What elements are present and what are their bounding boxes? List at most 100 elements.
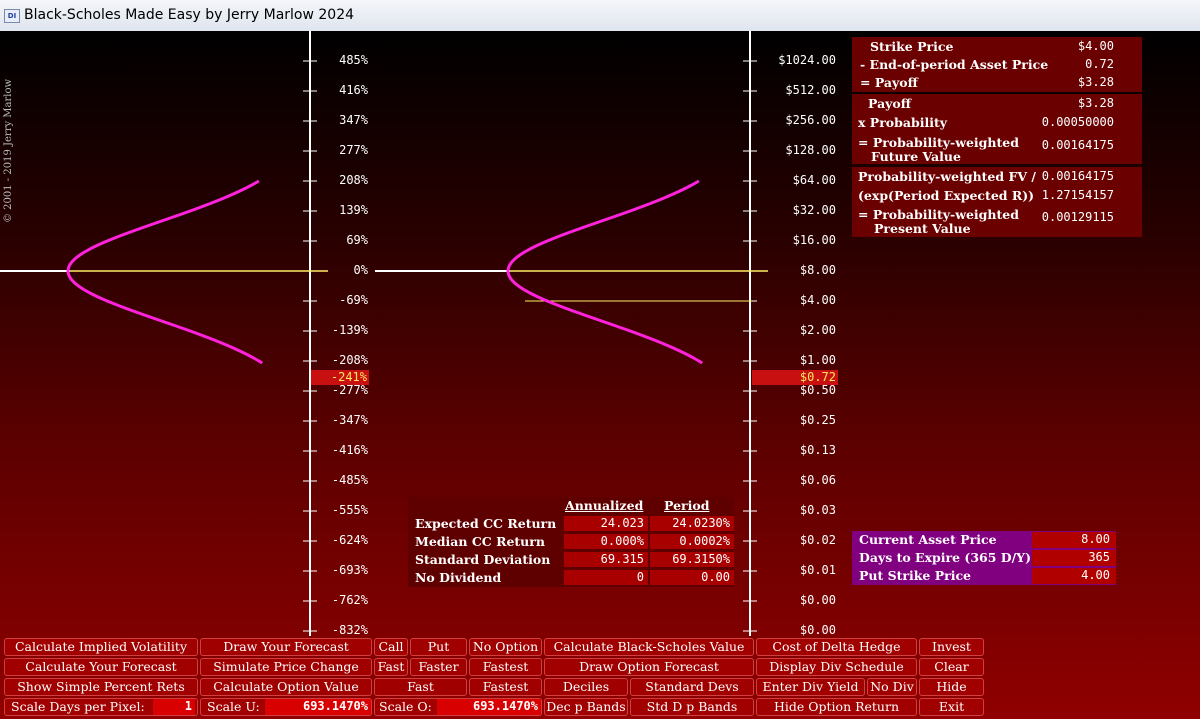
no-div-button[interactable]: No Div (867, 678, 917, 696)
scale-o-value[interactable]: 693.1470% (437, 699, 541, 715)
window-title: Black-Scholes Made Easy by Jerry Marlow … (24, 7, 355, 23)
hide-option-return-button[interactable]: Hide Option Return (756, 698, 917, 716)
invest-button[interactable]: Invest (919, 638, 984, 656)
simulate-price-change-button[interactable]: Simulate Price Change (200, 658, 372, 676)
header-period: Period (664, 498, 710, 513)
present-value-panel: Probability-weighted FV / 0.00164175 (ex… (852, 167, 1142, 237)
put-button[interactable]: Put (410, 638, 467, 656)
return-stats-table: Annualized Period Expected CC Return 24.… (408, 497, 734, 587)
axis-tick-label: $4.00 (799, 293, 836, 307)
axis-tick-label: $0.25 (799, 413, 836, 427)
option-inputs-panel: Current Asset Price 8.00 Days to Expire … (852, 531, 1116, 585)
left-distribution-curve (66, 179, 263, 365)
axis-tick-label: -277% (331, 383, 368, 397)
axis-tick-label: $32.00 (792, 203, 836, 217)
axis-tick-label: 277% (339, 143, 368, 157)
cost-of-delta-hedge-button[interactable]: Cost of Delta Hedge (756, 638, 917, 656)
dec-p-bands-button[interactable]: Dec p Bands (544, 698, 628, 716)
axis-tick-label: $0.02 (799, 533, 836, 547)
scale-o-label: Scale O: (379, 699, 432, 714)
display-div-schedule-button[interactable]: Display Div Schedule (756, 658, 917, 676)
std-d-p-bands-button[interactable]: Std D p Bands (630, 698, 754, 716)
row-label: Payoff (868, 96, 912, 111)
days-to-expire-label: Days to Expire (365 D/Y) (859, 550, 1032, 565)
axis-tick-label: -693% (331, 563, 368, 577)
row-value: 0.00164175 (1041, 138, 1114, 152)
row-value: 0.00164175 (1041, 169, 1114, 183)
exit-button[interactable]: Exit (919, 698, 984, 716)
scale-days-per-pixel-control[interactable]: Scale Days per Pixel: 1 (4, 698, 198, 716)
calculate-your-forecast-button[interactable]: Calculate Your Forecast (4, 658, 198, 676)
fast-button[interactable]: Fast (374, 658, 408, 676)
fastest-button-2[interactable]: Fastest (469, 678, 542, 696)
stat-period: 24.0230% (650, 516, 734, 531)
call-button[interactable]: Call (374, 638, 408, 656)
row-value: 1.27154157 (1041, 188, 1114, 202)
axis-tick-label: -555% (331, 503, 368, 517)
axis-tick-label: $1024.00 (778, 53, 836, 67)
stat-period: 0.00 (650, 570, 734, 585)
copyright-notice: © 2001 - 2019 Jerry Marlow (3, 78, 14, 223)
deciles-button[interactable]: Deciles (544, 678, 628, 696)
row-value: 0.00129115 (1041, 210, 1114, 224)
standard-devs-button[interactable]: Standard Devs (630, 678, 754, 696)
draw-option-forecast-button[interactable]: Draw Option Forecast (544, 658, 754, 676)
faster-button[interactable]: Faster (410, 658, 467, 676)
axis-tick-label: -139% (331, 323, 368, 337)
axis-tick-label: -208% (331, 353, 368, 367)
stat-period: 0.0002% (650, 534, 734, 549)
fastest-button[interactable]: Fastest (469, 658, 542, 676)
stat-annualized: 24.023 (564, 516, 648, 531)
enter-div-yield-button[interactable]: Enter Div Yield (756, 678, 865, 696)
calculate-option-value-button[interactable]: Calculate Option Value (200, 678, 372, 696)
current-asset-price-field[interactable]: 8.00 (1032, 532, 1116, 548)
hide-button[interactable]: Hide (919, 678, 984, 696)
calculate-implied-volatility-button[interactable]: Calculate Implied Volatility (4, 638, 198, 656)
row-label: = Probability-weighted (858, 207, 1019, 222)
current-asset-price-label: Current Asset Price (859, 532, 997, 547)
row-value: $3.28 (1077, 96, 1114, 110)
axis-tick-label: 208% (339, 173, 368, 187)
put-strike-price-label: Put Strike Price (859, 568, 972, 583)
calculate-black-scholes-value-button[interactable]: Calculate Black-Scholes Value (544, 638, 754, 656)
draw-your-forecast-button[interactable]: Draw Your Forecast (200, 638, 372, 656)
left-axis-highlight: -241% (311, 370, 369, 385)
axis-tick-label: $0.13 (799, 443, 836, 457)
scale-u-value[interactable]: 693.1470% (265, 699, 371, 715)
scale-days-value[interactable]: 1 (153, 699, 195, 715)
stat-label: No Dividend (415, 570, 502, 585)
scale-u-label: Scale U: (207, 699, 260, 714)
axis-tick-label: 139% (339, 203, 368, 217)
axis-tick-label: $0.06 (799, 473, 836, 487)
axis-tick-label: $0.03 (799, 503, 836, 517)
axis-tick-label: 69% (346, 233, 368, 247)
show-simple-percent-rets-button[interactable]: Show Simple Percent Rets (4, 678, 198, 696)
stat-period: 69.3150% (650, 552, 734, 567)
no-option-button[interactable]: No Option (469, 638, 542, 656)
axis-tick-label: -762% (331, 593, 368, 607)
fast-button-2[interactable]: Fast (374, 678, 467, 696)
axis-tick-label: $8.00 (799, 263, 836, 277)
scale-o-control[interactable]: Scale O: 693.1470% (374, 698, 542, 716)
row-value: $3.28 (1077, 75, 1114, 89)
axis-tick-label: $0.00 (799, 623, 836, 637)
row-value: $4.00 (1077, 39, 1114, 53)
stat-annualized: 0.000% (564, 534, 648, 549)
days-to-expire-field[interactable]: 365 (1032, 550, 1116, 566)
payoff-panel: Strike Price $4.00 - End-of-period Asset… (852, 37, 1142, 92)
scale-days-label: Scale Days per Pixel: (11, 699, 145, 714)
row-label-2: Present Value (874, 221, 971, 236)
title-bar: DI Black-Scholes Made Easy by Jerry Marl… (0, 0, 1200, 32)
clear-button[interactable]: Clear (919, 658, 984, 676)
axis-tick-label: $0.00 (799, 593, 836, 607)
put-strike-price-field[interactable]: 4.00 (1032, 568, 1116, 584)
row-label: Strike Price (870, 39, 954, 54)
stat-label: Standard Deviation (415, 552, 551, 567)
row-label: = Probability-weighted (858, 135, 1019, 150)
stat-annualized: 0 (564, 570, 648, 585)
stat-label: Expected CC Return (415, 516, 557, 531)
scale-u-control[interactable]: Scale U: 693.1470% (200, 698, 372, 716)
header-annualized: Annualized (565, 498, 644, 513)
axis-tick-label: -416% (331, 443, 368, 457)
axis-tick-label: $512.00 (785, 83, 836, 97)
